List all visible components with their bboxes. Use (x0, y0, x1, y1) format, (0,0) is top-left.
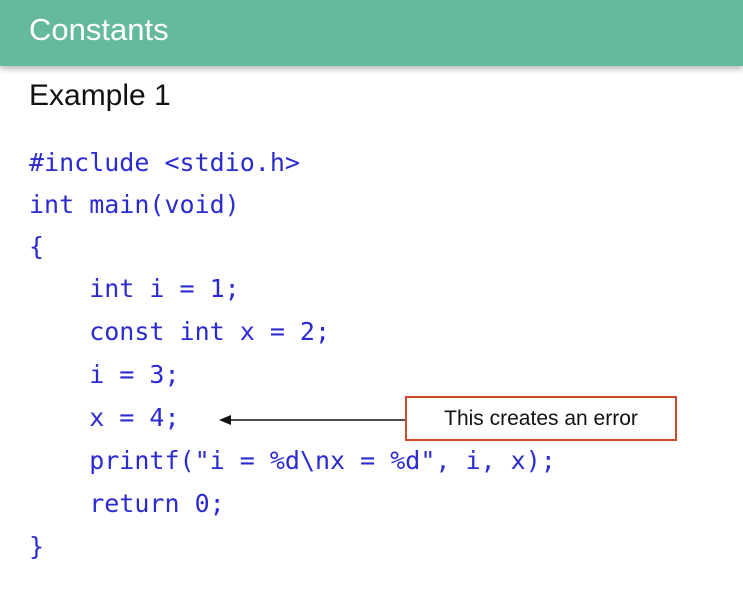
code-line-6: i = 3; (29, 360, 180, 389)
code-line-10: } (29, 532, 45, 561)
code-line-8: printf("i = %d\nx = %d", i, x); (29, 446, 556, 475)
error-callout: This creates an error (405, 396, 677, 441)
code-line-1: #include <stdio.h> (29, 148, 300, 177)
page-title: Constants (29, 12, 169, 47)
code-line-9: return 0; (29, 489, 225, 518)
section-subtitle: Example 1 (29, 79, 171, 112)
code-line-2: int main(void) (29, 190, 240, 219)
code-line-4: int i = 1; (29, 274, 240, 303)
code-line-7: x = 4; (29, 403, 180, 432)
code-line-5: const int x = 2; (29, 317, 331, 346)
slide-header: Constants (0, 0, 743, 66)
code-line-3: { (29, 232, 45, 261)
error-callout-text: This creates an error (444, 406, 638, 430)
